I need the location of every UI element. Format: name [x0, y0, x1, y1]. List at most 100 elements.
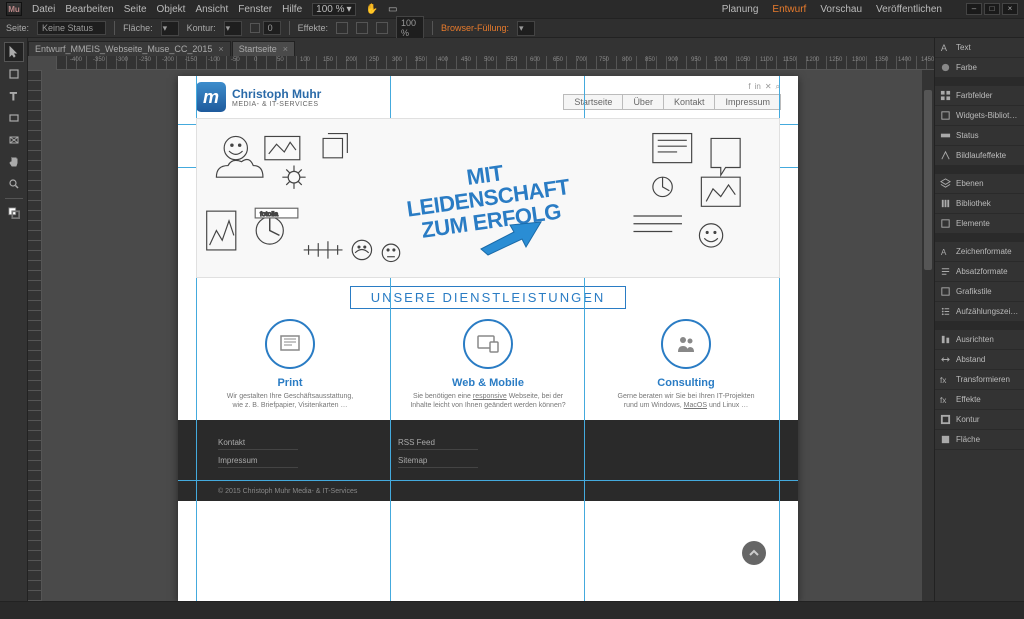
- stroke-weight[interactable]: 0: [263, 21, 281, 35]
- zoom-dropdown[interactable]: 100 %▾: [312, 3, 355, 16]
- service-consulting: Consulting Gerne beraten wir Sie bei Ihr…: [592, 319, 780, 410]
- menu-fenster[interactable]: Fenster: [238, 4, 272, 15]
- page-canvas[interactable]: f in ✕ ⌕ m Christoph Muhr MEDIA- & IT-SE…: [178, 76, 798, 601]
- selection-tool[interactable]: [4, 42, 24, 62]
- doc-tab[interactable]: Entwurf_MMEIS_Webseite_Muse_CC_2015×: [28, 41, 231, 56]
- panel-bibliothek[interactable]: Bibliothek: [935, 194, 1024, 214]
- close-button[interactable]: ×: [1002, 3, 1018, 15]
- footer-rss[interactable]: RSS Feed: [398, 436, 478, 450]
- crop-tool[interactable]: [4, 64, 24, 84]
- rectangle-tool[interactable]: [4, 108, 24, 128]
- stroke-swatch[interactable]: ▾: [224, 21, 242, 36]
- tab-plan[interactable]: Planung: [722, 4, 759, 15]
- close-icon[interactable]: ×: [218, 44, 223, 54]
- site-nav: Startseite Über Kontakt Impressum: [564, 95, 780, 109]
- svg-text:fx: fx: [940, 376, 947, 385]
- glow-icon[interactable]: [376, 22, 388, 34]
- hero-arrow-icon: [476, 217, 546, 257]
- panel-elemente[interactable]: Elemente: [935, 214, 1024, 234]
- hero-image[interactable]: fotolia: [196, 118, 780, 278]
- panel-flache[interactable]: Fläche: [935, 430, 1024, 450]
- canvas-area: Entwurf_MMEIS_Webseite_Muse_CC_2015× Sta…: [28, 38, 934, 601]
- vertical-scrollbar[interactable]: [922, 70, 934, 601]
- panel-text[interactable]: AText: [935, 38, 1024, 58]
- nav-kontakt[interactable]: Kontakt: [664, 95, 716, 109]
- svg-text:T: T: [10, 91, 17, 102]
- panel-absatz[interactable]: Absatzformate: [935, 262, 1024, 282]
- service-print: Print Wir gestalten Ihre Geschäftsaussta…: [196, 319, 384, 410]
- hand-tool[interactable]: [4, 152, 24, 172]
- status-bar: [0, 601, 1024, 619]
- search-icon[interactable]: ▭: [388, 4, 397, 15]
- options-bar: Seite: Keine Status Fläche: ▾ Kontur: ▾ …: [0, 18, 1024, 38]
- tool-dock: T: [0, 38, 28, 601]
- facebook-icon[interactable]: f: [748, 82, 750, 92]
- svg-text:A: A: [941, 43, 948, 53]
- nav-uber[interactable]: Über: [623, 95, 664, 109]
- maximize-button[interactable]: □: [984, 3, 1000, 15]
- xing-icon[interactable]: ✕: [765, 82, 772, 92]
- page-dropdown[interactable]: Keine Status: [37, 21, 106, 35]
- copyright-text: © 2015 Christoph Muhr Media- & IT-Servic…: [218, 488, 758, 495]
- nav-impressum[interactable]: Impressum: [715, 95, 780, 109]
- opacity-field[interactable]: 100 %: [396, 16, 424, 40]
- panel-aufzahl[interactable]: Aufzählungszei…: [935, 302, 1024, 322]
- tab-publish[interactable]: Veröffentlichen: [876, 4, 942, 15]
- menu-bearbeiten[interactable]: Bearbeiten: [65, 4, 113, 15]
- stroke-align-icon[interactable]: [250, 23, 260, 33]
- linkedin-icon[interactable]: in: [755, 82, 761, 92]
- footer-kontakt[interactable]: Kontakt: [218, 436, 298, 450]
- site-logo-subtitle: MEDIA- & IT-SERVICES: [232, 101, 321, 108]
- panel-widgets[interactable]: Widgets-Bibliot…: [935, 106, 1024, 126]
- tab-preview[interactable]: Vorschau: [820, 4, 862, 15]
- panel-ausrichten[interactable]: Ausrichten: [935, 330, 1024, 350]
- panel-farbfelder[interactable]: Farbfelder: [935, 86, 1024, 106]
- minimize-button[interactable]: –: [966, 3, 982, 15]
- footer-impressum[interactable]: Impressum: [218, 454, 298, 468]
- menu-ansicht[interactable]: Ansicht: [195, 4, 228, 15]
- menu-objekt[interactable]: Objekt: [157, 4, 186, 15]
- page-tab[interactable]: Startseite×: [232, 41, 295, 56]
- design-viewport[interactable]: f in ✕ ⌕ m Christoph Muhr MEDIA- & IT-SE…: [42, 70, 934, 601]
- menubar: Mu Datei Bearbeiten Seite Objekt Ansicht…: [0, 0, 1024, 18]
- panel-ebenen[interactable]: Ebenen: [935, 174, 1024, 194]
- zoom-tool[interactable]: [4, 174, 24, 194]
- site-footer: Kontakt Impressum RSS Feed Sitemap © 201…: [178, 420, 798, 501]
- site-logo-icon: m: [196, 82, 226, 112]
- effects-label: Effekte:: [298, 23, 328, 33]
- close-icon[interactable]: ×: [283, 44, 288, 54]
- site-logo-name: Christoph Muhr: [232, 87, 321, 101]
- svg-text:fotolia: fotolia: [260, 211, 278, 218]
- panel-effekte[interactable]: fxEffekte: [935, 390, 1024, 410]
- menu-hilfe[interactable]: Hilfe: [282, 4, 302, 15]
- menu-seite[interactable]: Seite: [124, 4, 147, 15]
- panel-zeichen[interactable]: AZeichenformate: [935, 242, 1024, 262]
- tab-design[interactable]: Entwurf: [772, 4, 806, 15]
- hand-tool-icon[interactable]: ✋: [366, 4, 378, 15]
- browser-fill-swatch[interactable]: ▾: [517, 21, 535, 36]
- panel-kontur[interactable]: Kontur: [935, 410, 1024, 430]
- scroll-top-button[interactable]: [742, 541, 766, 565]
- panel-dock: AText Farbe Farbfelder Widgets-Bibliot… …: [934, 38, 1024, 601]
- panel-bildlauf[interactable]: Bildlaufeffekte: [935, 146, 1024, 166]
- menu-datei[interactable]: Datei: [32, 4, 55, 15]
- svg-text:A: A: [941, 248, 947, 257]
- panel-abstand[interactable]: Abstand: [935, 350, 1024, 370]
- fill-stroke-swatch[interactable]: [4, 203, 24, 223]
- nav-startseite[interactable]: Startseite: [564, 95, 623, 109]
- print-icon: [265, 319, 315, 369]
- search-icon[interactable]: ⌕: [776, 82, 780, 92]
- panel-grafik[interactable]: Grafikstile: [935, 282, 1024, 302]
- vertical-ruler[interactable]: [28, 70, 42, 601]
- panel-transform[interactable]: fxTransformieren: [935, 370, 1024, 390]
- bevel-icon[interactable]: [356, 22, 368, 34]
- text-tool[interactable]: T: [4, 86, 24, 106]
- panel-status[interactable]: Status: [935, 126, 1024, 146]
- frame-tool[interactable]: [4, 130, 24, 150]
- fill-swatch[interactable]: ▾: [161, 21, 179, 36]
- horizontal-ruler[interactable]: -400-350-300-250-200-150-100-50050100150…: [56, 56, 934, 70]
- shadow-icon[interactable]: [336, 22, 348, 34]
- services-row: Print Wir gestalten Ihre Geschäftsaussta…: [178, 319, 798, 420]
- panel-farbe[interactable]: Farbe: [935, 58, 1024, 78]
- footer-sitemap[interactable]: Sitemap: [398, 454, 478, 468]
